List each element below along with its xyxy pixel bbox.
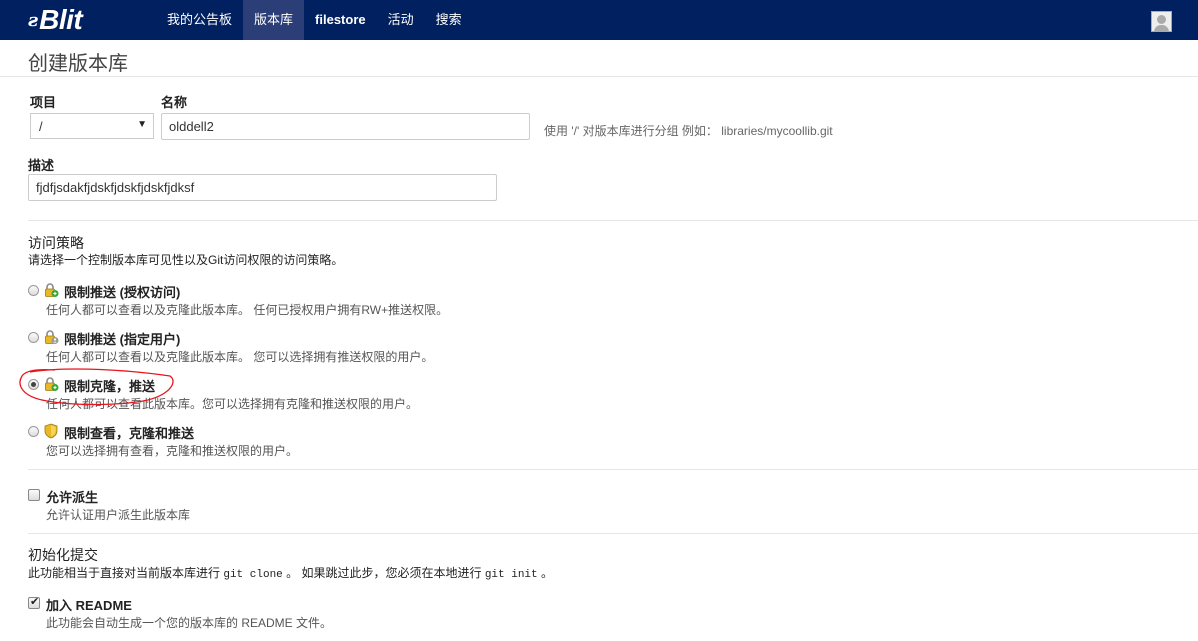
access-radio-view-clone-push[interactable] [28,426,39,437]
access-option-desc: 您可以选择拥有查看，克隆和推送权限的用户。 [46,444,299,458]
access-radio-named-push[interactable] [28,332,39,343]
add-readme-desc: 此功能会自动生成一个您的版本库的 README 文件。 [46,616,333,630]
caret-down-icon: ▼ [137,119,147,130]
init-desc-part: 。 [540,566,553,580]
divider [28,220,1198,221]
user-avatar[interactable] [1151,11,1172,32]
project-label: 项目 [30,95,57,110]
page-title: 创建版本库 [28,53,128,75]
name-hint: 使用 '/' 对版本库进行分组 例如： libraries/mycoollib.… [544,124,833,138]
git-init-code: git init [484,569,538,581]
access-option-desc: 任何人都可以查看以及克隆此版本库。 您可以选择拥有推送权限的用户。 [46,350,434,364]
nav-dashboard[interactable]: 我的公告板 [156,0,243,40]
main-nav: 我的公告板 版本库 filestore 活动 搜索 [156,0,473,40]
avatar-head [1157,15,1166,24]
description-label: 描述 [28,158,55,173]
green-lock-icon [45,283,59,297]
initial-commit-title: 初始化提交 [28,547,98,563]
access-policy-title: 访问策略 [28,235,84,251]
add-readme-title: 加入 README [46,598,132,613]
access-option-desc: 任何人都可以查看此版本库。您可以选择拥有克隆和推送权限的用户。 [46,397,419,411]
add-readme-checkbox[interactable] [28,595,40,609]
access-radio-authenticated-push[interactable] [28,285,39,296]
page-header: 创建版本库 [0,44,1198,77]
access-policy-desc: 请选择一个控制版本库可见性以及Git访问权限的访问策略。 [28,253,344,267]
brand-mark: ꙅ [28,9,39,31]
name-label: 名称 [161,95,188,110]
gray-lock-icon [45,330,59,344]
init-desc-part: 。 如果跳过此步，您必须在本地进行 [286,566,482,580]
shield-icon [44,423,58,439]
access-option-title: 限制克隆，推送 [64,379,156,394]
init-desc-part: 此功能相当于直接对当前版本库进行 [28,566,221,580]
access-option-title: 限制查看，克隆和推送 [64,426,195,441]
project-select[interactable]: / ▼ [30,113,154,139]
access-option-title: 限制推送 (授权访问) [64,285,181,300]
access-option-desc: 任何人都可以查看以及克隆此版本库。 任何已授权用户拥有RW+推送权限。 [46,303,449,317]
project-select-value: / [39,119,43,134]
access-radio-clone-push[interactable] [28,379,39,390]
nav-activity[interactable]: 活动 [377,0,425,40]
brand-text: Blit [39,4,83,35]
name-input[interactable] [161,113,530,140]
nav-filestore[interactable]: filestore [304,0,377,40]
nav-search[interactable]: 搜索 [425,0,473,40]
divider [28,469,1198,470]
allow-fork-title: 允许派生 [46,490,99,505]
access-option-title: 限制推送 (指定用户) [64,332,181,347]
description-input[interactable] [28,174,497,201]
green-lock-icon [45,377,59,391]
initial-commit-desc: 此功能相当于直接对当前版本库进行 git clone 。 如果跳过此步，您必须在… [28,564,553,581]
top-navbar: ꙅ Blit 我的公告板 版本库 filestore 活动 搜索 [0,0,1198,40]
nav-repositories[interactable]: 版本库 [243,0,305,40]
allow-fork-desc: 允许认证用户派生此版本库 [46,508,191,522]
git-clone-code: git clone [223,569,283,581]
divider [28,533,1198,534]
avatar-body [1154,25,1169,31]
allow-fork-checkbox[interactable] [28,489,40,501]
gitblit-logo[interactable]: ꙅ Blit [28,4,83,36]
